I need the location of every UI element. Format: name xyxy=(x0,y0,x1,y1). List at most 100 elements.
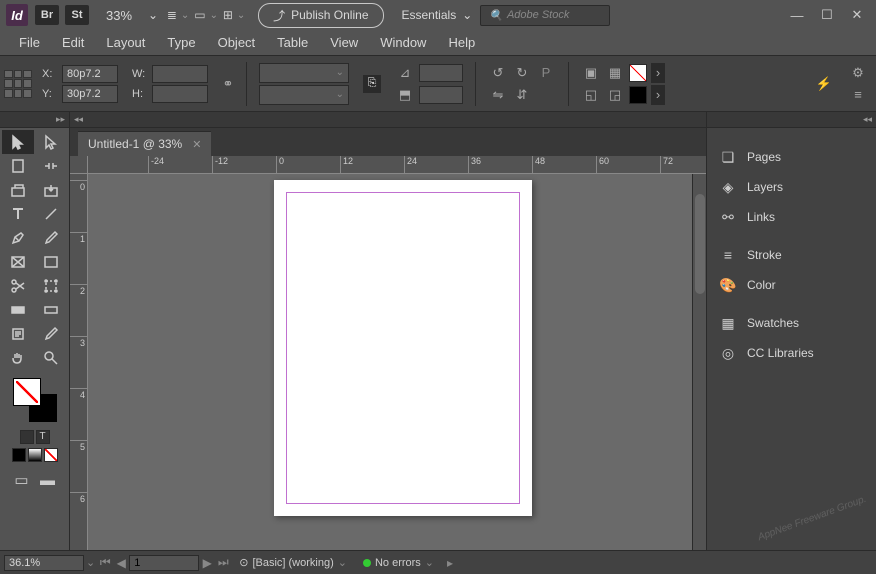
menu-window[interactable]: Window xyxy=(369,31,437,54)
menu-edit[interactable]: Edit xyxy=(51,31,95,54)
rotate-input[interactable] xyxy=(419,64,463,82)
select-container-icon[interactable]: ▣ xyxy=(581,63,601,83)
flip-v-icon[interactable]: ⇵ xyxy=(512,85,532,105)
flip-h-icon[interactable]: ⇋ xyxy=(488,85,508,105)
nav-right-1[interactable]: › xyxy=(651,63,665,83)
type-tool[interactable] xyxy=(2,202,34,226)
publish-online-button[interactable]: ⤴ Publish Online xyxy=(258,3,383,28)
ruler-origin[interactable] xyxy=(70,156,88,174)
panel-color[interactable]: 🎨Color xyxy=(707,270,876,300)
ruler-horizontal[interactable]: -24 -12 0 12 24 36 48 60 72 xyxy=(88,156,706,174)
w-input[interactable] xyxy=(152,65,208,83)
menu-help[interactable]: Help xyxy=(437,31,486,54)
pencil-tool[interactable] xyxy=(35,226,67,250)
view-options-icon[interactable]: ≣ xyxy=(164,3,192,27)
apply-gradient-icon[interactable] xyxy=(28,448,42,462)
tab-close-icon[interactable]: ✕ xyxy=(192,138,201,151)
page-number-input[interactable] xyxy=(129,555,199,571)
panel-swatches[interactable]: ▦Swatches xyxy=(707,308,876,338)
panel-links[interactable]: ⚯Links xyxy=(707,202,876,232)
view-mode-preview[interactable]: ▬ xyxy=(36,470,60,490)
page-tool[interactable] xyxy=(2,154,34,178)
select-next-icon[interactable]: ◲ xyxy=(605,85,625,105)
h-input[interactable] xyxy=(152,85,208,103)
menu-view[interactable]: View xyxy=(319,31,369,54)
panel-pages[interactable]: ❏Pages xyxy=(707,142,876,172)
free-transform-tool[interactable] xyxy=(35,274,67,298)
quick-apply-icon[interactable]: ⚡ xyxy=(814,74,834,94)
panel-stroke[interactable]: ≡Stroke xyxy=(707,240,876,270)
workspace-select[interactable]: Essentials xyxy=(402,8,473,22)
rectangle-frame-tool[interactable] xyxy=(2,250,34,274)
y-input[interactable] xyxy=(62,85,118,103)
panel-cc-libraries[interactable]: ◎CC Libraries xyxy=(707,338,876,368)
settings-icon[interactable]: ⚙ xyxy=(848,63,868,83)
stock-search[interactable]: 🔍 Adobe Stock xyxy=(480,5,610,26)
status-preset[interactable]: ⊙ [Basic] (working) ⌄ xyxy=(231,556,355,569)
note-tool[interactable] xyxy=(2,322,34,346)
scissors-tool[interactable] xyxy=(2,274,34,298)
gradient-swatch-tool[interactable] xyxy=(2,298,34,322)
rotate-ccw-icon[interactable]: ↺ xyxy=(488,63,508,83)
content-placer-tool[interactable] xyxy=(35,178,67,202)
x-input[interactable] xyxy=(62,65,118,83)
prev-page-button[interactable]: ◀ xyxy=(113,555,129,571)
menu-file[interactable]: File xyxy=(8,31,51,54)
next-page-button[interactable]: ▶ xyxy=(199,555,215,571)
direct-selection-tool[interactable] xyxy=(35,130,67,154)
status-menu-button[interactable]: ▸ xyxy=(442,555,458,571)
select-prev-icon[interactable]: ◱ xyxy=(581,85,601,105)
bridge-badge[interactable]: Br xyxy=(35,5,59,25)
minimize-button[interactable]: — xyxy=(782,5,812,25)
hand-tool[interactable] xyxy=(2,346,34,370)
zoom-select[interactable]: 33% xyxy=(100,6,164,25)
content-collector-tool[interactable] xyxy=(2,178,34,202)
status-zoom-input[interactable] xyxy=(4,555,84,571)
eyedropper-tool[interactable] xyxy=(35,322,67,346)
arrange-icon[interactable]: ⊞ xyxy=(220,3,248,27)
formatting-container-icon[interactable] xyxy=(20,430,34,444)
page[interactable] xyxy=(274,180,532,516)
pen-tool[interactable] xyxy=(2,226,34,250)
menu-layout[interactable]: Layout xyxy=(95,31,156,54)
menu-object[interactable]: Object xyxy=(207,31,267,54)
stroke-swatch[interactable] xyxy=(629,86,647,104)
line-tool[interactable] xyxy=(35,202,67,226)
first-page-button[interactable]: ⏮ xyxy=(97,555,113,571)
constrain-icon[interactable]: ⚭ xyxy=(218,74,238,94)
reference-point-grid[interactable] xyxy=(4,70,32,98)
doc-expand[interactable]: ◂◂ xyxy=(70,112,706,128)
scale-x-dropdown[interactable]: ⌄ xyxy=(259,63,349,83)
fill-swatch[interactable] xyxy=(629,64,647,82)
panel-expand[interactable]: ◂◂ xyxy=(707,112,876,128)
rotate-cw-icon[interactable]: ↻ xyxy=(512,63,532,83)
fill-stroke-boxes[interactable] xyxy=(13,378,57,422)
view-mode-normal[interactable]: ▭ xyxy=(10,470,34,490)
stock-badge[interactable]: St xyxy=(65,5,89,25)
panel-menu-icon[interactable]: ≡ xyxy=(848,85,868,105)
link-icon[interactable]: ⎘ xyxy=(363,75,381,93)
zoom-tool[interactable] xyxy=(35,346,67,370)
menu-table[interactable]: Table xyxy=(266,31,319,54)
fill-color-box[interactable] xyxy=(13,378,41,406)
formatting-text-icon[interactable]: T xyxy=(36,430,50,444)
scrollbar-vertical[interactable] xyxy=(692,174,706,550)
nav-right-2[interactable]: › xyxy=(651,85,665,105)
shear-input[interactable] xyxy=(419,86,463,104)
ruler-vertical[interactable]: 0 1 2 3 4 5 6 xyxy=(70,174,88,550)
gradient-feather-tool[interactable] xyxy=(35,298,67,322)
toolbox-expand[interactable]: ▸▸ xyxy=(0,112,69,128)
last-page-button[interactable]: ⏭ xyxy=(215,555,231,571)
apply-none-icon[interactable] xyxy=(44,448,58,462)
panel-layers[interactable]: ◈Layers xyxy=(707,172,876,202)
selection-tool[interactable] xyxy=(2,130,34,154)
document-tab[interactable]: Untitled-1 @ 33% ✕ xyxy=(78,131,211,156)
canvas[interactable] xyxy=(88,174,692,550)
status-preflight[interactable]: No errors ⌄ xyxy=(355,556,442,569)
apply-color-icon[interactable] xyxy=(12,448,26,462)
select-content-icon[interactable]: ▦ xyxy=(605,63,625,83)
scale-y-dropdown[interactable]: ⌄ xyxy=(259,85,349,105)
paragraph-icon[interactable]: P xyxy=(536,63,556,83)
gap-tool[interactable] xyxy=(35,154,67,178)
rectangle-tool[interactable] xyxy=(35,250,67,274)
